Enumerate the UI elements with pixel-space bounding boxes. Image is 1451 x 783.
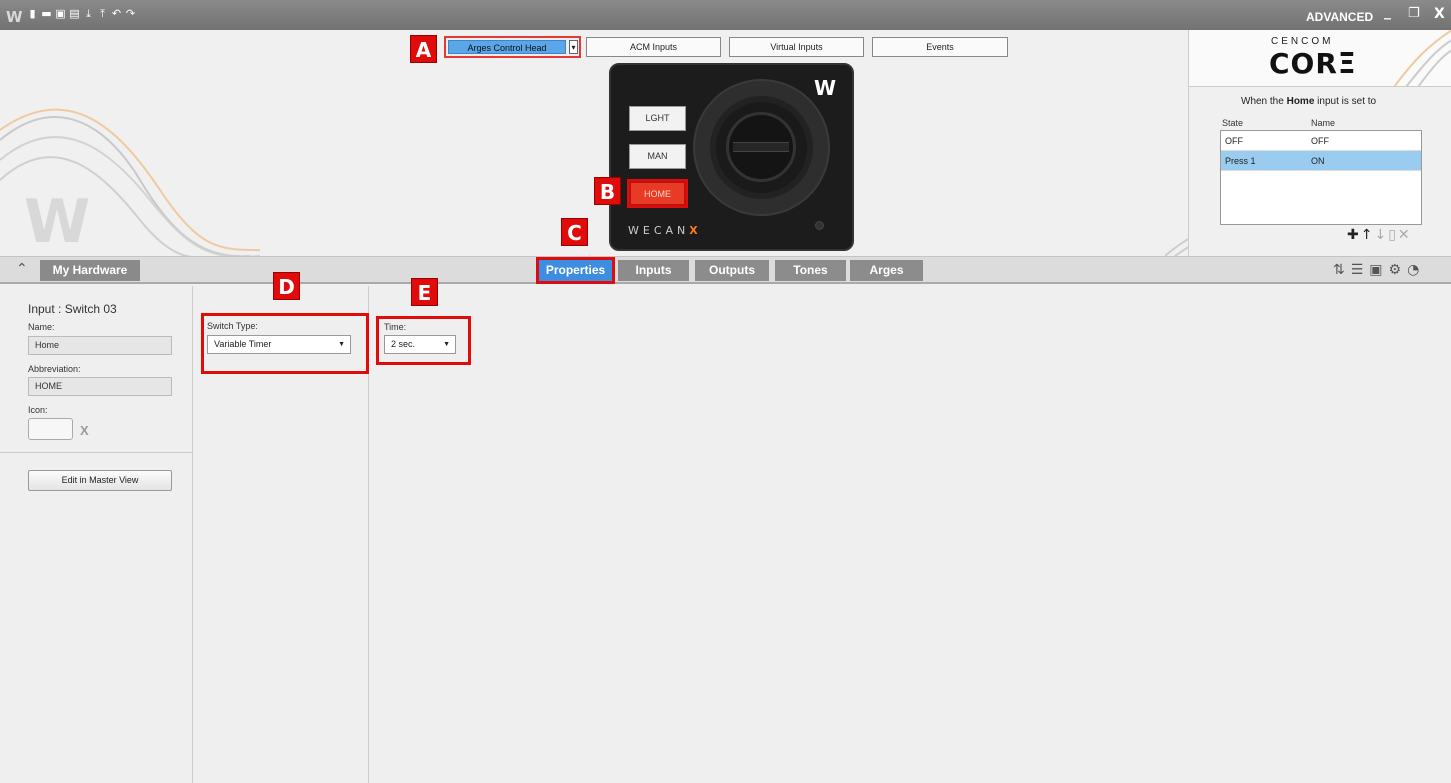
name-column-header: Name	[1311, 118, 1336, 128]
minimize-button[interactable]: _	[1384, 4, 1391, 20]
device-logo: W	[814, 76, 837, 100]
view-tools: ⇅ ☰ ▣ ⚙ ◔	[1333, 262, 1419, 278]
chevron-down-icon[interactable]: ▾	[569, 40, 578, 54]
tab-inputs[interactable]: Inputs	[618, 260, 689, 281]
save-icon[interactable]: ▣	[55, 8, 66, 20]
chevron-down-icon: ▼	[338, 341, 345, 348]
name-field[interactable]: Home	[28, 336, 172, 355]
device-view: W A Arges Control Head ▾ ACM Inputs Virt…	[0, 30, 1451, 256]
clear-icon[interactable]: X	[80, 423, 89, 438]
state-panel: CENCOM CORΞ When the Home input is set t…	[1188, 30, 1451, 256]
virtual-inputs-button[interactable]: Virtual Inputs	[729, 37, 864, 57]
marker-c: C	[561, 218, 588, 246]
table-row[interactable]: Press 1 ON	[1221, 151, 1421, 171]
chevron-down-icon: ▼	[443, 341, 450, 348]
screw-icon	[815, 221, 824, 230]
switch-type-label: Switch Type:	[207, 321, 258, 331]
rotary-knob[interactable]	[693, 79, 830, 216]
move-down-icon[interactable]: ↓	[1374, 227, 1386, 243]
print-icon[interactable]: ▤	[69, 8, 80, 20]
when-caption: When the Home input is set to	[1241, 96, 1377, 107]
control-head-device: W LGHT MAN HOME WECANX	[609, 63, 854, 251]
marker-a: A	[410, 35, 437, 63]
marker-e: E	[411, 278, 438, 306]
title-bar: W ▮ ▬ ▣ ▤ ⤓ ⤒ ↶ ↷ ADVANCED _ ❐ X	[0, 0, 1451, 30]
upload-icon[interactable]: ⤒	[97, 8, 108, 20]
close-button[interactable]: X	[1434, 6, 1445, 22]
delete-icon[interactable]: ✕	[1398, 227, 1410, 243]
device-brand: WECANX	[628, 224, 702, 237]
preview-icon[interactable]: ▣	[1369, 262, 1382, 278]
tab-bar: ⌃ My Hardware Properties Inputs Outputs …	[0, 256, 1451, 284]
edit-in-master-view-button[interactable]: Edit in Master View	[28, 470, 172, 491]
state-table: OFF OFF Press 1 ON	[1220, 130, 1422, 225]
tab-arges[interactable]: Arges	[850, 260, 923, 281]
refresh-icon[interactable]: ◔	[1407, 262, 1419, 278]
gear-icon[interactable]: ⚙	[1389, 262, 1402, 278]
sort-icon[interactable]: ⇅	[1333, 262, 1345, 278]
tab-properties[interactable]: Properties	[539, 260, 612, 281]
app-logo: W	[6, 8, 23, 26]
tab-tones[interactable]: Tones	[775, 260, 846, 281]
redo-icon[interactable]: ↷	[125, 8, 136, 20]
list-icon[interactable]: ☰	[1351, 262, 1364, 278]
input-properties-panel: Input : Switch 03 Name: Home Abbreviatio…	[0, 286, 193, 783]
marker-d: D	[273, 272, 300, 300]
add-icon[interactable]: ✚	[1347, 227, 1359, 243]
tab-outputs[interactable]: Outputs	[695, 260, 769, 281]
time-select[interactable]: 2 sec. ▼	[384, 335, 456, 354]
state-column-header: State	[1222, 118, 1244, 128]
download-icon[interactable]: ⤓	[83, 8, 94, 20]
open-icon[interactable]: ▬	[41, 8, 52, 20]
new-icon[interactable]: ▮	[27, 8, 38, 20]
name-label: Name:	[28, 322, 55, 332]
copy-icon[interactable]: ▯	[1388, 227, 1396, 243]
abbreviation-label: Abbreviation:	[28, 364, 81, 374]
lght-button[interactable]: LGHT	[629, 106, 686, 131]
my-hardware-button[interactable]: My Hardware	[40, 260, 140, 281]
switch-type-select[interactable]: Variable Timer ▼	[207, 335, 351, 354]
move-up-icon[interactable]: ↑	[1361, 227, 1373, 243]
device-select[interactable]: Arges Control Head ▾	[444, 36, 581, 58]
home-button[interactable]: HOME	[629, 181, 686, 206]
icon-label: Icon:	[28, 405, 48, 415]
collapse-icon[interactable]: ⌃	[16, 261, 28, 277]
acm-inputs-button[interactable]: ACM Inputs	[586, 37, 721, 57]
abbreviation-field[interactable]: HOME	[28, 377, 172, 396]
events-button[interactable]: Events	[872, 37, 1008, 57]
table-actions: ✚ ↑ ↓ ▯ ✕	[1347, 227, 1410, 243]
undo-icon[interactable]: ↶	[111, 8, 122, 20]
toolbar: ▮ ▬ ▣ ▤ ⤓ ⤒ ↶ ↷	[27, 8, 136, 20]
mode-label[interactable]: ADVANCED	[1306, 10, 1373, 24]
device-select-value[interactable]: Arges Control Head	[448, 40, 566, 54]
icon-picker[interactable]	[28, 418, 73, 440]
cencom-core-logo: CENCOM CORΞ	[1189, 30, 1451, 87]
divider	[0, 452, 193, 453]
table-row[interactable]: OFF OFF	[1221, 131, 1421, 151]
restore-button[interactable]: ❐	[1408, 6, 1420, 21]
svg-text:W: W	[24, 187, 90, 256]
decorative-waves-left: W	[0, 108, 260, 256]
time-label: Time:	[384, 322, 407, 332]
man-button[interactable]: MAN	[629, 144, 686, 169]
input-title: Input : Switch 03	[28, 302, 117, 316]
marker-b: B	[594, 177, 621, 205]
